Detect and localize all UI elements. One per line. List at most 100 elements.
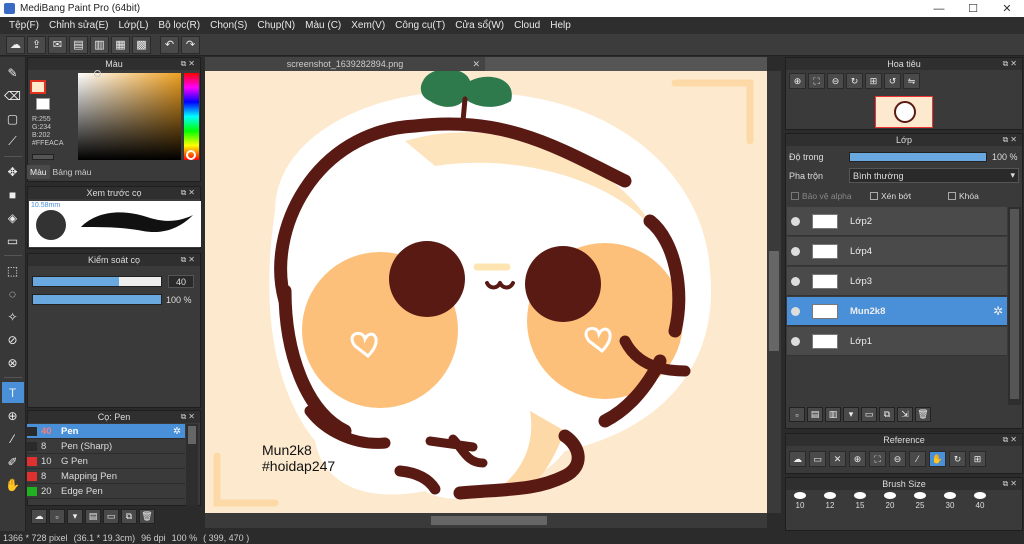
magic-wand-icon[interactable]: ✧ — [2, 306, 24, 327]
brush-size-preset[interactable]: 12 — [815, 492, 845, 510]
select-rect-icon[interactable]: ⬚ — [2, 260, 24, 281]
merge-layer-icon[interactable]: ⇲ — [897, 407, 913, 422]
menu-help[interactable]: Help — [545, 20, 576, 31]
new-layer-icon[interactable]: ▫ — [789, 407, 805, 422]
brush-size-preset[interactable]: 15 — [845, 492, 875, 510]
duplicate-layer-icon[interactable]: ⧉ — [879, 407, 895, 422]
maximize-button[interactable]: ☐ — [956, 0, 990, 17]
brush-folder-icon[interactable]: ▭ — [103, 509, 119, 524]
reference-fit-icon[interactable]: ⛶ — [869, 451, 886, 467]
lock-checkbox[interactable]: Khóa — [948, 191, 979, 201]
menu-tools[interactable]: Công cụ(T) — [390, 20, 450, 31]
actual-size-icon[interactable]: ⊞ — [865, 73, 882, 89]
gradient-tool-icon[interactable]: ▭ — [2, 230, 24, 251]
color-picker-cursor[interactable] — [94, 70, 101, 77]
brush-size-slider[interactable] — [32, 276, 162, 287]
tab-palette[interactable]: Bảng màu — [50, 165, 95, 179]
layer-folder-icon[interactable]: ▭ — [861, 407, 877, 422]
layer-row[interactable]: Lớp2 — [787, 207, 1007, 236]
zoom-in-icon[interactable]: ⊕ — [789, 73, 806, 89]
shape-tool-icon[interactable]: ▢ — [2, 108, 24, 129]
close-button[interactable]: ✕ — [990, 0, 1024, 17]
gear-icon[interactable]: ✲ — [993, 304, 1003, 318]
menu-color[interactable]: Màu (C) — [300, 20, 346, 31]
reference-actual-icon[interactable]: ⊞ — [969, 451, 986, 467]
brush-size-preset[interactable]: 40 — [965, 492, 995, 510]
line-tool-icon[interactable]: ⟋ — [2, 131, 24, 152]
reference-close-icon[interactable]: ✕ — [829, 451, 846, 467]
layer-row[interactable]: Lớp3 — [787, 267, 1007, 296]
hand-tool-icon[interactable]: ✋ — [2, 474, 24, 495]
saturation-value-picker[interactable] — [78, 73, 181, 160]
clipping-checkbox[interactable]: Xén bớt — [870, 191, 911, 201]
tab-color[interactable]: Màu — [27, 165, 50, 179]
gear-icon[interactable]: ✲ — [173, 426, 181, 437]
fill-rect-tool-icon[interactable]: ■ — [2, 184, 24, 205]
reference-eyedropper-icon[interactable]: ⁄ — [909, 451, 926, 467]
select-pen-icon[interactable]: ⊘ — [2, 329, 24, 350]
operation-tool-icon[interactable]: ⊕ — [2, 405, 24, 426]
brush-list-item[interactable]: 20 Edge Pen — [27, 484, 185, 499]
reset-icon[interactable]: ↺ — [884, 73, 901, 89]
canvas-area[interactable]: Mun2k8 #hoidap247 — [205, 57, 767, 513]
menu-window[interactable]: Cửa sổ(W) — [450, 20, 509, 31]
eyedropper-icon[interactable]: ⁄ — [2, 428, 24, 449]
brush-size-preset[interactable]: 30 — [935, 492, 965, 510]
new-brush-icon[interactable]: ▫ — [49, 509, 65, 524]
gallery-icon[interactable]: ▦ — [111, 35, 130, 54]
menu-select[interactable]: Chọn(S) — [205, 20, 252, 31]
reference-cloud-icon[interactable]: ☁ — [789, 451, 806, 467]
menu-view[interactable]: Xem(V) — [346, 20, 390, 31]
reference-zoom-out-icon[interactable]: ⊖ — [889, 451, 906, 467]
new-halftone-layer-icon[interactable]: ▤ — [807, 407, 823, 422]
brush-list-item[interactable]: 8 Mapping Pen — [27, 469, 185, 484]
visibility-eye-icon[interactable] — [791, 306, 800, 316]
layer-row[interactable]: Lớp4 — [787, 237, 1007, 266]
delete-brush-icon[interactable]: 🗑 — [139, 509, 155, 524]
blend-mode-select[interactable]: Bình thường ▾ — [849, 168, 1019, 183]
delete-layer-icon[interactable]: 🗑 — [915, 407, 931, 422]
brush-size-value[interactable]: 40 — [168, 275, 194, 288]
new-8bit-layer-icon[interactable]: ▥ — [825, 407, 841, 422]
color-mini-buttons[interactable] — [32, 154, 54, 160]
menu-filter[interactable]: Bộ lọc(R) — [153, 20, 205, 31]
reference-hand-icon[interactable]: ✋ — [929, 451, 946, 467]
fit-icon[interactable]: ⛶ — [808, 73, 825, 89]
brush-size-preset[interactable]: 10 — [785, 492, 815, 510]
brush-list-item[interactable]: 40 Pen ✲ — [27, 424, 185, 439]
move-tool-icon[interactable]: ✥ — [2, 161, 24, 182]
menu-edit[interactable]: Chỉnh sửa(E) — [44, 20, 114, 31]
navigator-thumbnail[interactable] — [875, 96, 933, 128]
menu-layer[interactable]: Lớp(L) — [114, 20, 154, 31]
flip-icon[interactable]: ⇋ — [903, 73, 920, 89]
add-layer-menu-icon[interactable]: ▾ — [843, 407, 859, 422]
menu-capture[interactable]: Chụp(N) — [252, 20, 300, 31]
canvas-vertical-scrollbar[interactable] — [767, 71, 781, 513]
share-icon[interactable]: ⇪ — [27, 35, 46, 54]
brush-list-scrollbar[interactable] — [186, 424, 198, 506]
menu-cloud[interactable]: Cloud — [509, 20, 545, 31]
cloud-brush-icon[interactable]: ☁ — [31, 509, 47, 524]
protect-alpha-checkbox[interactable]: Bảo vệ alpha — [791, 191, 852, 201]
document-icon[interactable]: ▤ — [69, 35, 88, 54]
visibility-eye-icon[interactable] — [791, 246, 800, 256]
reference-open-icon[interactable]: ▭ — [809, 451, 826, 467]
layer-opacity-slider[interactable] — [849, 152, 987, 162]
brush-size-preset[interactable]: 25 — [905, 492, 935, 510]
canvas-horizontal-scrollbar[interactable] — [205, 513, 767, 528]
reference-rotate-icon[interactable]: ↻ — [949, 451, 966, 467]
close-tab-icon[interactable]: ✕ — [472, 59, 480, 70]
layer-row[interactable]: Mun2k8 ✲ — [787, 297, 1007, 326]
brush-settings-icon[interactable]: ▤ — [85, 509, 101, 524]
hue-slider[interactable] — [184, 73, 199, 160]
layer-list-scrollbar[interactable] — [1008, 207, 1021, 405]
duplicate-brush-icon[interactable]: ⧉ — [121, 509, 137, 524]
brush-list-item[interactable]: 8 Pen (Sharp) — [27, 439, 185, 454]
hue-cursor[interactable] — [186, 150, 196, 160]
brush-opacity-slider[interactable] — [32, 294, 162, 305]
comment-icon[interactable]: ✉ — [48, 35, 67, 54]
menu-file[interactable]: Tệp(F) — [4, 20, 44, 31]
layer-row[interactable]: Lớp1 — [787, 327, 1007, 356]
brush-tool-icon[interactable]: ✎ — [2, 62, 24, 83]
foreground-color-swatch[interactable] — [30, 80, 46, 94]
